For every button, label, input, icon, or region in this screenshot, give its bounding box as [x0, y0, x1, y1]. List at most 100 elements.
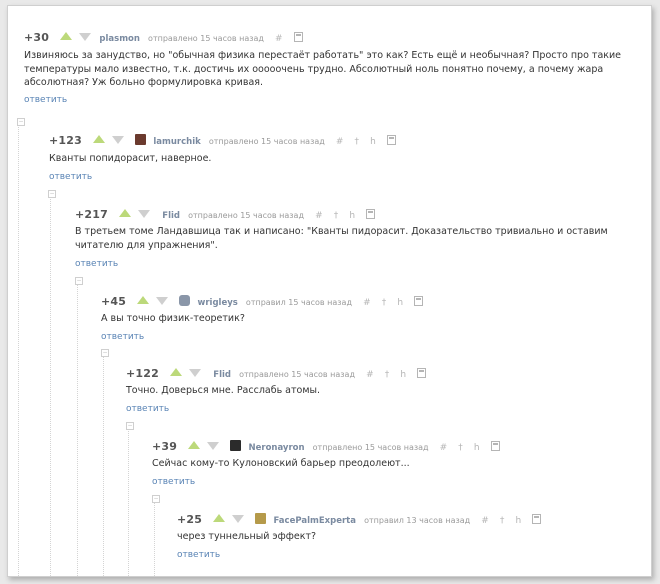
dagger-icon[interactable]: †: [382, 298, 387, 308]
comment-text: В третьем томе Ландавшица так и написано…: [75, 226, 608, 251]
username[interactable]: plasmon: [99, 34, 140, 44]
comment-meta: +122 Flid отправлено 15 часов назад # † …: [126, 362, 427, 380]
rating: +45: [101, 295, 127, 308]
rating: +30: [24, 31, 50, 44]
avatar: [255, 513, 267, 524]
username[interactable]: lamurchik: [153, 137, 200, 147]
save-icon[interactable]: [414, 296, 424, 306]
upvote-icon[interactable]: [170, 368, 183, 376]
downvote-icon[interactable]: [189, 369, 202, 377]
comment: +25 FacePalmExperta отправил 13 часов на…: [177, 508, 651, 563]
collapse-toggle[interactable]: −: [75, 277, 83, 285]
upvote-icon[interactable]: [137, 296, 150, 304]
reply-link[interactable]: ответить: [126, 404, 169, 414]
collapse-toggle[interactable]: −: [152, 495, 160, 503]
upvote-icon[interactable]: [213, 514, 226, 522]
comment-meta: +217 Flid отправлено 15 часов назад # † …: [75, 203, 376, 221]
permalink-icon[interactable]: #: [363, 298, 371, 308]
username[interactable]: Flid: [162, 211, 180, 221]
h-icon[interactable]: h: [397, 298, 403, 308]
h-icon[interactable]: h: [400, 370, 406, 380]
h-icon[interactable]: h: [515, 516, 521, 526]
permalink-icon[interactable]: #: [315, 211, 323, 221]
tree-line: [50, 192, 51, 576]
timestamp: отправил 15 часов назад: [245, 298, 352, 307]
h-icon[interactable]: h: [349, 211, 355, 221]
comment-text: Извиняюсь за занудство, но "обычная физи…: [24, 50, 622, 88]
timestamp: отправлено 15 часов назад: [148, 34, 264, 43]
collapse-toggle[interactable]: −: [126, 422, 134, 430]
reply-link[interactable]: ответить: [101, 332, 144, 342]
dagger-icon[interactable]: †: [385, 370, 390, 380]
comment-text: А вы точно физик-теоретик?: [101, 313, 245, 324]
downvote-icon[interactable]: [138, 210, 151, 218]
reply-link[interactable]: ответить: [75, 259, 118, 269]
upvote-icon[interactable]: [60, 32, 73, 40]
permalink-icon[interactable]: #: [440, 443, 448, 453]
rating: +123: [49, 134, 82, 147]
tree-line: [128, 424, 129, 576]
reply-link[interactable]: ответить: [177, 550, 220, 560]
downvote-icon[interactable]: [232, 515, 245, 523]
permalink-icon[interactable]: #: [336, 137, 344, 147]
avatar: [179, 295, 191, 306]
avatar: [135, 134, 147, 145]
save-icon[interactable]: [532, 514, 542, 524]
comment: +45 wrigleys отправил 15 часов назад # †…: [101, 290, 651, 345]
reply-link[interactable]: ответить: [24, 95, 67, 105]
save-icon[interactable]: [386, 135, 396, 145]
dagger-icon[interactable]: †: [355, 137, 360, 147]
reply-link[interactable]: ответить: [49, 172, 92, 182]
upvote-icon[interactable]: [119, 209, 132, 217]
upvote-icon[interactable]: [188, 441, 201, 449]
rating: +39: [152, 440, 178, 453]
comment: +122 Flid отправлено 15 часов назад # † …: [126, 362, 651, 417]
comment-text: Сейчас кому-то Кулоновский барьер преодо…: [152, 458, 410, 469]
h-icon[interactable]: h: [370, 137, 376, 147]
rating: +122: [126, 367, 159, 380]
downvote-icon[interactable]: [112, 136, 125, 144]
timestamp: отправил 13 часов назад: [364, 516, 471, 525]
timestamp: отправлено 15 часов назад: [239, 370, 355, 379]
comment-thread: − − − − − − +30 plasmon отправлено 15 ча…: [7, 5, 652, 577]
save-icon[interactable]: [417, 368, 427, 378]
rating: +217: [75, 208, 108, 221]
collapse-toggle[interactable]: −: [48, 190, 56, 198]
comment: +30 plasmon отправлено 15 часов назад # …: [24, 26, 651, 106]
dagger-icon[interactable]: †: [334, 211, 339, 221]
permalink-icon[interactable]: #: [366, 370, 374, 380]
comment-meta: +123 lamurchik отправлено 15 часов назад…: [49, 129, 396, 147]
comment-meta: +39 Neronayron отправлено 15 часов назад…: [152, 435, 500, 453]
username[interactable]: Neronayron: [249, 443, 305, 453]
username[interactable]: wrigleys: [198, 298, 238, 308]
collapse-toggle[interactable]: −: [17, 118, 25, 126]
avatar: [230, 440, 242, 451]
save-icon[interactable]: [293, 32, 303, 42]
comment-text: Кванты попидорасит, наверное.: [49, 153, 212, 164]
tree-line: [77, 279, 78, 576]
comment: +123 lamurchik отправлено 15 часов назад…: [49, 129, 651, 189]
comment: +217 Flid отправлено 15 часов назад # † …: [75, 203, 651, 278]
timestamp: отправлено 15 часов назад: [188, 211, 304, 220]
comment: +39 Neronayron отправлено 15 часов назад…: [152, 435, 651, 490]
tree-line: [18, 121, 19, 576]
comment-meta: +30 plasmon отправлено 15 часов назад #: [24, 26, 303, 44]
dagger-icon[interactable]: †: [458, 443, 463, 453]
downvote-icon[interactable]: [79, 33, 92, 41]
downvote-icon[interactable]: [207, 442, 220, 450]
downvote-icon[interactable]: [156, 297, 169, 305]
comment-meta: +45 wrigleys отправил 15 часов назад # †…: [101, 290, 424, 308]
h-icon[interactable]: h: [474, 443, 480, 453]
collapse-toggle[interactable]: −: [101, 349, 109, 357]
save-icon[interactable]: [490, 441, 500, 451]
username[interactable]: Flid: [213, 370, 231, 380]
tree-line: [154, 497, 155, 576]
dagger-icon[interactable]: †: [500, 516, 505, 526]
timestamp: отправлено 15 часов назад: [312, 443, 429, 452]
save-icon[interactable]: [366, 209, 376, 219]
username[interactable]: FacePalmExperta: [274, 516, 357, 526]
permalink-icon[interactable]: #: [275, 34, 283, 44]
permalink-icon[interactable]: #: [481, 516, 489, 526]
reply-link[interactable]: ответить: [152, 477, 195, 487]
upvote-icon[interactable]: [93, 135, 106, 143]
